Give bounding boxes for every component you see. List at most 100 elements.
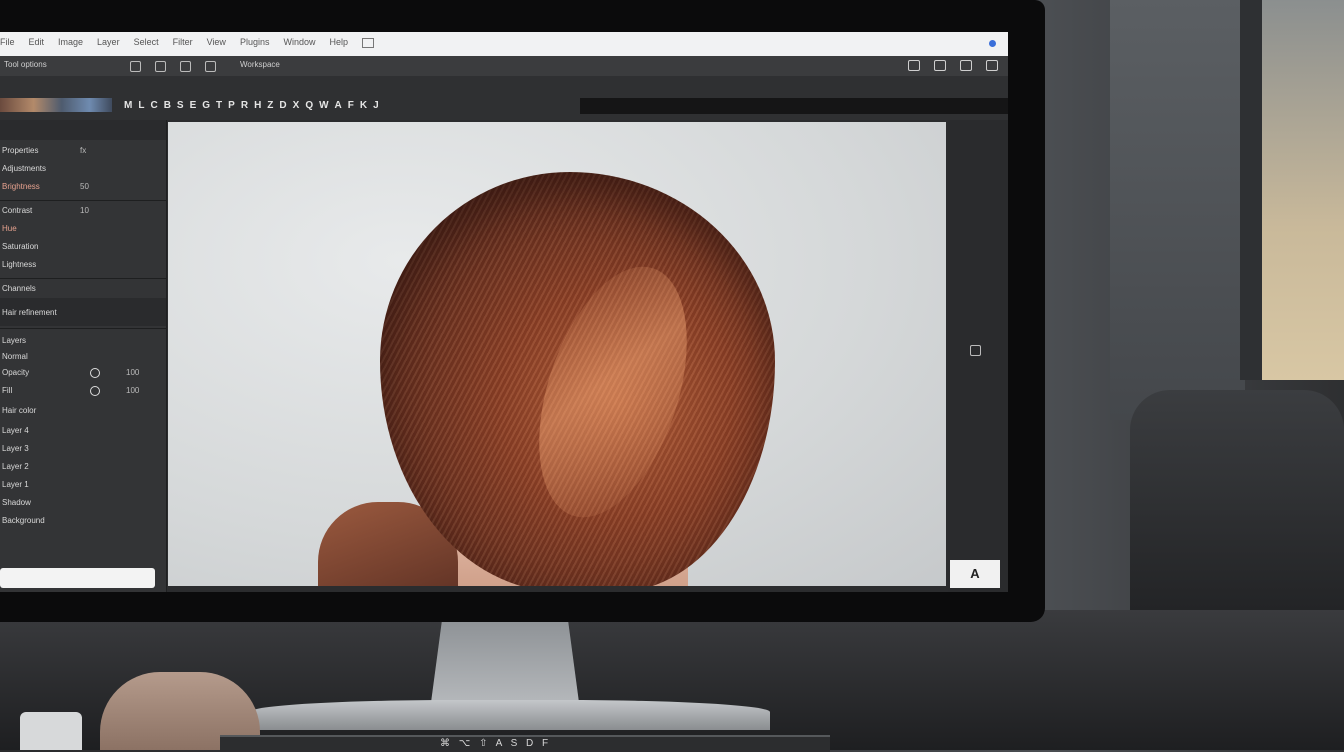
layer-row[interactable]: Shadow xyxy=(0,494,166,512)
tool-icon[interactable]: G xyxy=(202,100,210,111)
keyboard[interactable]: ⌘ ⌥ ⇧ A S D F xyxy=(220,735,830,752)
panel-row[interactable]: Contrast 10 xyxy=(0,202,166,220)
menu-item-view[interactable]: View xyxy=(207,37,226,48)
panel-row-value: 100 xyxy=(126,386,140,395)
layers-panel: Properties fx Adjustments Brightness 50 Co… xyxy=(0,120,167,592)
tool-icon[interactable]: A xyxy=(335,100,342,111)
options-brush-icon[interactable] xyxy=(155,61,166,72)
tool-icon[interactable]: X xyxy=(293,100,300,111)
panel-divider xyxy=(0,200,166,201)
tool-icon[interactable]: H xyxy=(254,100,261,111)
menu-item-edit[interactable]: Edit xyxy=(29,37,45,48)
panel-row-label: Hue xyxy=(2,224,17,233)
monitor-stand-neck xyxy=(430,620,580,710)
panel-divider xyxy=(0,328,166,329)
menu-item-plugins[interactable]: Plugins xyxy=(240,37,270,48)
panel-row-label: Brightness xyxy=(2,182,40,191)
layer-label: Layer 2 xyxy=(2,462,29,471)
layer-search-input[interactable] xyxy=(0,568,155,588)
visibility-eye-icon[interactable] xyxy=(90,368,100,378)
menu: File Edit Image Layer Select Filter View… xyxy=(0,37,374,48)
layer-row[interactable]: Layer 4 xyxy=(0,422,166,440)
cup xyxy=(20,712,82,750)
navigator-thumbnail[interactable]: A xyxy=(950,560,1000,588)
panel-row[interactable]: Channels xyxy=(0,280,166,298)
panel-row-label: Saturation xyxy=(2,242,39,251)
menu-bar: File Edit Image Layer Select Filter View… xyxy=(0,32,1008,56)
panel-row[interactable]: Properties fx xyxy=(0,142,166,160)
keyboard-keys: ⌘ ⌥ ⇧ A S D F xyxy=(440,738,552,749)
tool-icon[interactable]: F xyxy=(348,100,354,111)
document-tabs-thumbnails[interactable] xyxy=(0,98,112,112)
tool-icon[interactable]: M xyxy=(124,100,132,111)
menu-item-filter[interactable]: Filter xyxy=(173,37,193,48)
tool-icon[interactable]: E xyxy=(190,100,197,111)
document-tab-strip[interactable] xyxy=(580,98,1008,114)
options-right-icons xyxy=(908,60,998,71)
panel-row[interactable]: Brightness 50 xyxy=(0,178,166,196)
status-dot-icon xyxy=(989,40,996,47)
layer-row[interactable]: Background xyxy=(0,512,166,530)
panel-row[interactable]: Hue xyxy=(0,220,166,238)
tool-icon[interactable]: P xyxy=(228,100,235,111)
options-tool-icon[interactable] xyxy=(130,61,141,72)
tool-icon[interactable]: W xyxy=(319,100,328,111)
tool-icon[interactable]: J xyxy=(373,100,379,111)
panel-row-label: Channels xyxy=(2,284,36,293)
tool-icon[interactable]: T xyxy=(216,100,222,111)
monitor-bezel: File Edit Image Layer Select Filter View… xyxy=(0,0,1045,622)
panel-row[interactable]: Opacity 100 xyxy=(0,364,166,382)
search-icon[interactable] xyxy=(934,60,946,71)
options-mid-text: Workspace xyxy=(240,60,280,69)
panel-row[interactable]: Adjustments xyxy=(0,160,166,178)
workspace-icon[interactable] xyxy=(960,60,972,71)
panel-row-label: Lightness xyxy=(2,260,37,269)
panel-row[interactable]: Fill 100 xyxy=(0,382,166,400)
options-mode-icon[interactable] xyxy=(180,61,191,72)
panel-row-label: Hair refinement xyxy=(2,308,57,317)
tool-icon[interactable]: R xyxy=(241,100,248,111)
arrange-icon[interactable] xyxy=(908,60,920,71)
panel-row[interactable]: Hair color xyxy=(0,402,166,420)
panel-row[interactable]: Hair refinement xyxy=(0,304,166,322)
tool-icon[interactable]: B xyxy=(164,100,171,111)
layer-label: Layer 1 xyxy=(2,480,29,489)
layer-row[interactable]: Layer 1 xyxy=(0,476,166,494)
layer-row[interactable]: Layer 2 xyxy=(0,458,166,476)
menu-item-help[interactable]: Help xyxy=(329,37,348,48)
tool-icon[interactable]: Q xyxy=(305,100,313,111)
tool-icon[interactable]: C xyxy=(150,100,157,111)
options-bar: Tool options Workspace xyxy=(0,56,1008,77)
menu-item-window[interactable]: Window xyxy=(283,37,315,48)
monitor-stand-base xyxy=(250,700,770,730)
panel-header xyxy=(0,120,166,140)
tool-icon[interactable]: D xyxy=(279,100,286,111)
panel-row-label: Contrast xyxy=(2,206,33,215)
menu-item-select[interactable]: Select xyxy=(134,37,159,48)
right-panel: A xyxy=(948,120,1008,592)
panel-row-label: Normal xyxy=(2,352,28,361)
tool-icon[interactable]: S xyxy=(177,100,184,111)
menu-item-layer[interactable]: Layer xyxy=(97,37,120,48)
tool-icon[interactable]: L xyxy=(138,100,144,111)
panel-row-label: Opacity xyxy=(2,368,30,377)
navigator-icon[interactable] xyxy=(970,345,981,356)
panel-row[interactable]: Lightness xyxy=(0,256,166,274)
tools-row: M L C B S E G T P R H Z D X Q W A F K J xyxy=(0,76,1008,120)
tool-icon[interactable]: K xyxy=(360,100,367,111)
image-canvas[interactable] xyxy=(168,122,946,586)
panel-row-value: 50 xyxy=(80,182,89,191)
menu-item-file[interactable]: File xyxy=(0,37,15,48)
panel-row[interactable]: Saturation xyxy=(0,238,166,256)
layer-label: Layer 4 xyxy=(2,426,29,435)
menu-item-image[interactable]: Image xyxy=(58,37,83,48)
panel-row-label: Fill xyxy=(2,386,13,395)
window-layout-icon[interactable] xyxy=(362,38,374,48)
visibility-eye-icon[interactable] xyxy=(90,386,100,396)
options-left-text: Tool options xyxy=(4,60,47,69)
share-icon[interactable] xyxy=(986,60,998,71)
options-size-icon[interactable] xyxy=(205,61,216,72)
layer-row[interactable]: Layer 3 xyxy=(0,440,166,458)
tool-icon[interactable]: Z xyxy=(267,100,273,111)
monitor-screen: File Edit Image Layer Select Filter View… xyxy=(0,32,1008,592)
